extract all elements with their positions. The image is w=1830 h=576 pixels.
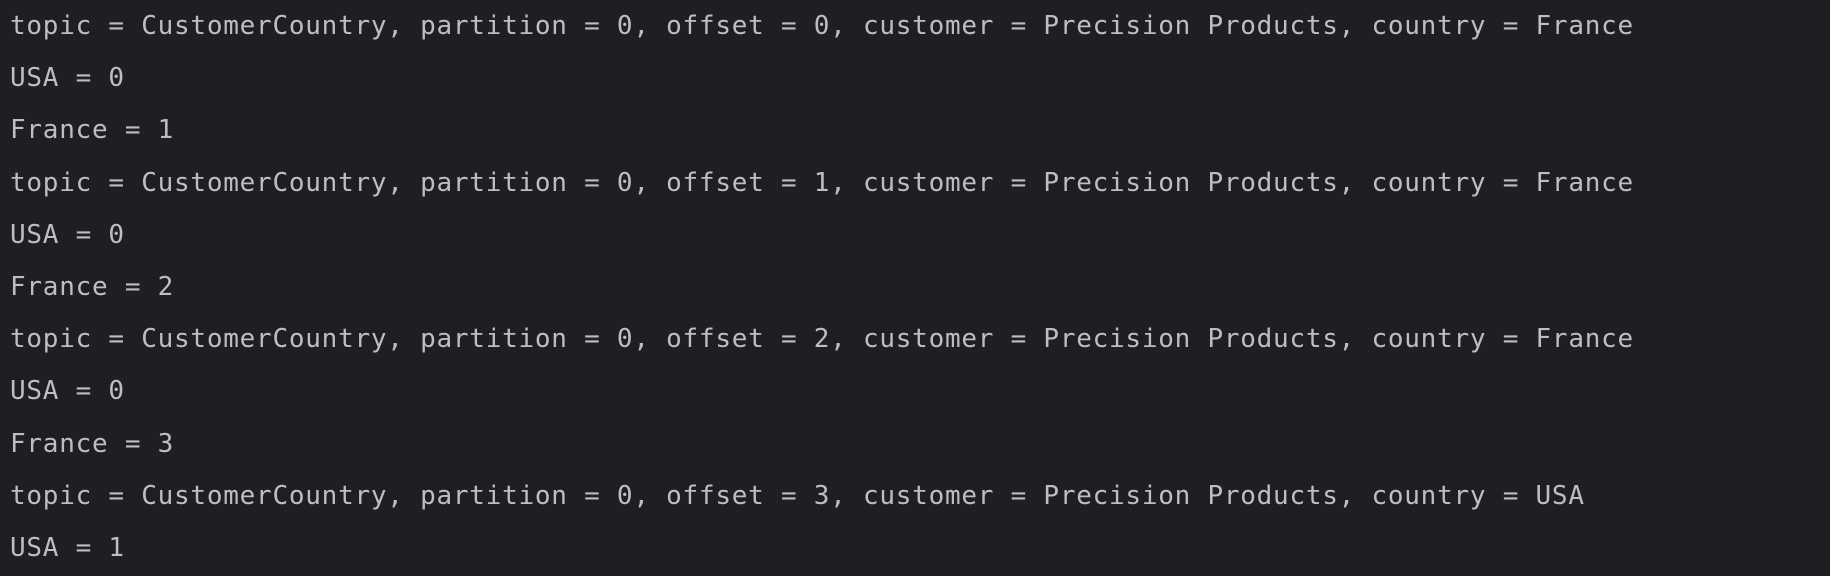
console-line: France = 1 bbox=[10, 115, 175, 146]
console-line: USA = 0 bbox=[10, 376, 125, 407]
console-line: USA = 1 bbox=[10, 532, 125, 563]
console-output[interactable]: topic = CustomerCountry, partition = 0, … bbox=[0, 0, 1830, 576]
console-line: topic = CustomerCountry, partition = 0, … bbox=[10, 480, 1585, 511]
console-line: topic = CustomerCountry, partition = 0, … bbox=[10, 167, 1634, 198]
console-line: topic = CustomerCountry, partition = 0, … bbox=[10, 11, 1634, 41]
console-line: USA = 0 bbox=[10, 219, 125, 250]
console-line: France = 2 bbox=[10, 271, 175, 302]
console-line: France = 3 bbox=[10, 428, 175, 459]
console-line: USA = 0 bbox=[10, 63, 125, 94]
console-line: topic = CustomerCountry, partition = 0, … bbox=[10, 324, 1634, 355]
